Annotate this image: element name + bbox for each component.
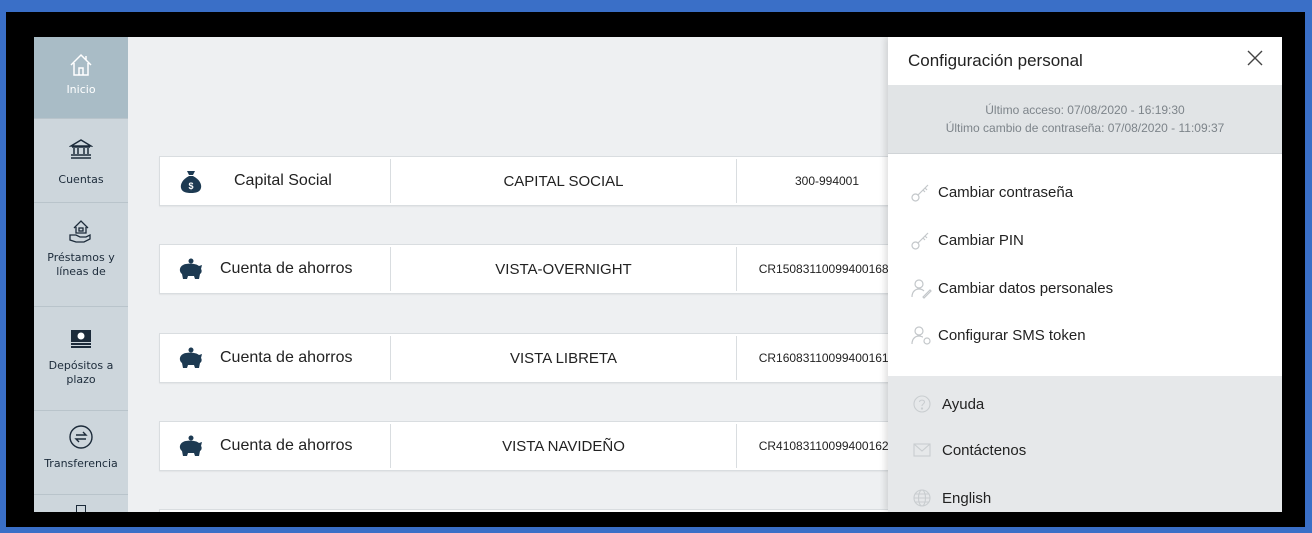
account-type: Cuenta de ahorros xyxy=(220,349,353,366)
piggy-bank-icon xyxy=(176,254,206,284)
close-icon xyxy=(1247,50,1263,70)
sidebar-item-label: plazo xyxy=(66,373,96,386)
sidebar-item-transferencia[interactable]: Transferencia xyxy=(34,411,128,495)
contact-option[interactable]: Contáctenos xyxy=(912,436,1026,464)
account-row[interactable]: Cuenta de ahorros VISTA-OVERNIGHT CR1508… xyxy=(159,244,899,294)
sidebar-item-label: Inicio xyxy=(66,83,96,96)
sidebar-item-inicio[interactable]: Inicio xyxy=(34,37,128,119)
account-name: VISTA LIBRETA xyxy=(510,349,617,367)
user-settings-icon xyxy=(910,324,932,346)
account-type: Cuenta de ahorros xyxy=(220,260,353,277)
account-row[interactable] xyxy=(159,509,899,512)
sidebar-item-cuentas[interactable]: Cuentas xyxy=(34,119,128,203)
account-row[interactable]: Cuenta de ahorros VISTA LIBRETA CR160831… xyxy=(159,333,899,383)
option-label: English xyxy=(942,489,992,507)
panel-footer: Ayuda Contáctenos English xyxy=(888,376,1282,512)
option-label: Cambiar datos personales xyxy=(938,279,1114,297)
bank-icon xyxy=(67,135,95,163)
account-name: CAPITAL SOCIAL xyxy=(503,172,624,190)
app-window: Inicio Cuentas Préstamos y líneas de Dep… xyxy=(34,37,1282,512)
piggy-bank-icon xyxy=(176,343,206,373)
help-icon xyxy=(912,394,932,414)
svg-text:$: $ xyxy=(188,181,193,191)
close-button[interactable] xyxy=(1242,47,1268,73)
partial-icon xyxy=(76,505,86,512)
accounts-list: $ Capital Social CAPITAL SOCIAL 300-9940… xyxy=(128,37,899,512)
account-type: Capital Social xyxy=(234,172,332,189)
piggy-bank-icon xyxy=(176,431,206,461)
mail-icon xyxy=(912,440,932,460)
option-label: Cambiar contraseña xyxy=(938,183,1074,201)
language-option[interactable]: English xyxy=(912,484,991,512)
option-label: Ayuda xyxy=(942,395,985,413)
sidebar-item-label: Depósitos a xyxy=(48,359,114,372)
home-icon xyxy=(67,51,95,79)
sidebar-item-more[interactable] xyxy=(34,495,128,512)
option-label: Contáctenos xyxy=(942,441,1027,459)
deposit-cash-icon xyxy=(67,325,95,353)
money-bag-icon: $ xyxy=(176,166,206,196)
change-password-option[interactable]: Cambiar contraseña xyxy=(910,178,1073,206)
key-icon xyxy=(910,181,932,203)
configure-sms-token-option[interactable]: Configurar SMS token xyxy=(910,321,1086,349)
access-info: Último acceso: 07/08/2020 - 16:19:30 Últ… xyxy=(888,85,1282,154)
user-edit-icon xyxy=(910,277,932,299)
change-personal-data-option[interactable]: Cambiar datos personales xyxy=(910,274,1113,302)
sidebar-item-label: líneas de xyxy=(56,265,106,278)
help-option[interactable]: Ayuda xyxy=(912,390,984,418)
loan-house-icon xyxy=(67,217,95,245)
personal-settings-panel: Configuración personal Último acceso: 07… xyxy=(888,37,1282,512)
sidebar-item-label: Préstamos y xyxy=(47,251,115,264)
option-label: Cambiar PIN xyxy=(938,231,1024,249)
account-name: VISTA-OVERNIGHT xyxy=(495,260,632,278)
key-icon xyxy=(910,229,932,251)
account-row[interactable]: $ Capital Social CAPITAL SOCIAL 300-9940… xyxy=(159,156,899,206)
last-access: Último acceso: 07/08/2020 - 16:19:30 xyxy=(985,103,1185,117)
option-label: Configurar SMS token xyxy=(938,326,1086,344)
globe-icon xyxy=(912,488,932,508)
sidebar-item-label: Transferencia xyxy=(44,457,118,470)
change-pin-option[interactable]: Cambiar PIN xyxy=(910,226,1024,254)
sidebar-item-depositos[interactable]: Depósitos a plazo xyxy=(34,307,128,411)
sidebar: Inicio Cuentas Préstamos y líneas de Dep… xyxy=(34,37,128,512)
sidebar-item-prestamos[interactable]: Préstamos y líneas de xyxy=(34,203,128,307)
account-row[interactable]: Cuenta de ahorros VISTA NAVIDEÑO CR41083… xyxy=(159,421,899,471)
transfer-arrows-icon xyxy=(67,423,95,451)
sidebar-item-label: Cuentas xyxy=(58,173,104,186)
account-name: VISTA NAVIDEÑO xyxy=(502,437,625,455)
panel-title: Configuración personal xyxy=(908,51,1083,70)
last-password-change: Último cambio de contraseña: 07/08/2020 … xyxy=(945,121,1225,135)
account-type: Cuenta de ahorros xyxy=(220,437,353,454)
